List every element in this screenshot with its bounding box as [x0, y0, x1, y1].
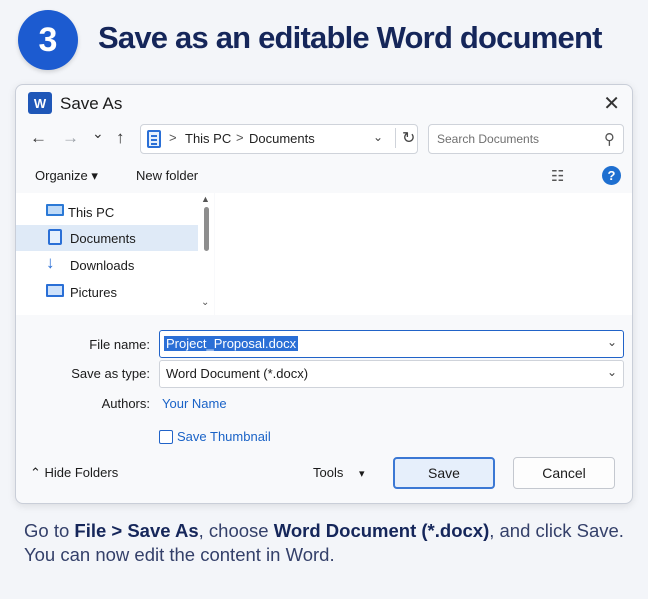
- documents-folder-icon: [147, 130, 161, 148]
- breadcrumb-documents[interactable]: Documents: [249, 131, 315, 146]
- caption-text: You can now edit the content in Word.: [24, 544, 335, 565]
- search-input[interactable]: Search Documents ⚲: [428, 124, 624, 154]
- breadcrumb-this-pc[interactable]: This PC: [185, 131, 231, 146]
- save-as-type-value: Word Document (*.docx): [166, 366, 309, 381]
- list-view-icon[interactable]: ☷: [551, 167, 564, 185]
- new-folder-button[interactable]: New folder: [136, 168, 198, 183]
- hide-folders-toggle[interactable]: ⌃ Hide Folders: [30, 465, 118, 481]
- caption-emphasis: Word Document (*.docx): [273, 520, 490, 541]
- save-as-type-select[interactable]: Word Document (*.docx) ⌄: [159, 360, 624, 388]
- instruction-caption: Go to File > Save As, choose Word Docume…: [24, 519, 634, 567]
- tools-menu-button[interactable]: Tools ▾: [313, 465, 365, 480]
- search-placeholder: Search Documents: [437, 132, 540, 146]
- help-icon[interactable]: ?: [602, 166, 621, 185]
- save-thumbnail-checkbox[interactable]: [159, 430, 173, 444]
- documents-icon: [48, 229, 62, 245]
- caption-emphasis: File > Save As: [74, 520, 199, 541]
- tools-dropdown-icon: ▾: [358, 468, 365, 480]
- file-name-dropdown-chevron-icon[interactable]: ⌄: [607, 335, 617, 349]
- nav-item-downloads[interactable]: ↓ Downloads: [16, 252, 198, 278]
- address-bar[interactable]: > This PC > Documents ⌄ ↻: [140, 124, 418, 154]
- scroll-down-icon[interactable]: ⌄: [201, 297, 209, 308]
- caption-text: , and click Save.: [489, 520, 624, 541]
- nav-item-label: Documents: [70, 231, 136, 246]
- dialog-title: Save As: [60, 94, 123, 113]
- page-title: Save as an editable Word document: [98, 20, 602, 55]
- nav-pane-scrollbar[interactable]: ▲ ⌄: [200, 193, 214, 315]
- breadcrumb-separator-icon: >: [236, 130, 244, 145]
- save-as-dialog: W Save As ✕ ← → ⌄ ↑ > This PC > Document…: [15, 84, 633, 504]
- word-app-icon: W: [28, 92, 56, 114]
- save-button[interactable]: Save: [393, 457, 495, 489]
- save-as-type-chevron-icon[interactable]: ⌄: [607, 365, 617, 379]
- address-dropdown-chevron-icon[interactable]: ⌄: [373, 130, 383, 144]
- step-number-badge: 3: [18, 10, 78, 70]
- file-name-label: File name:: [89, 337, 150, 352]
- authors-label: Authors:: [101, 396, 150, 411]
- file-name-field[interactable]: Project_Proposal.docx ⌄: [159, 330, 624, 358]
- nav-item-label: Pictures: [70, 285, 117, 300]
- caption-text: , choose: [198, 520, 274, 541]
- download-icon: ↓: [46, 253, 55, 272]
- dialog-titlebar: W Save As ✕: [16, 85, 632, 123]
- caption-text: Go to: [24, 520, 75, 541]
- nav-item-documents[interactable]: Documents: [16, 225, 198, 251]
- recent-locations-chevron-icon[interactable]: ⌄: [92, 125, 104, 142]
- back-arrow-icon[interactable]: ←: [30, 128, 47, 148]
- nav-item-label: This PC: [68, 205, 115, 220]
- scroll-up-icon[interactable]: ▲: [201, 194, 210, 204]
- cancel-button[interactable]: Cancel: [513, 457, 615, 489]
- scroll-thumb[interactable]: [204, 207, 209, 251]
- close-icon[interactable]: ✕: [603, 91, 620, 116]
- save-thumbnail-label[interactable]: Save Thumbnail: [177, 429, 271, 444]
- save-as-type-label: Save as type:: [71, 366, 150, 381]
- up-arrow-icon[interactable]: ↑: [116, 128, 125, 148]
- nav-item-this-pc[interactable]: This PC: [16, 199, 198, 225]
- dialog-toolbar: Organize ▾ New folder ☷ ?: [16, 163, 632, 191]
- computer-icon: [46, 204, 64, 216]
- file-name-value[interactable]: Project_Proposal.docx: [164, 336, 299, 351]
- pictures-icon: [46, 284, 64, 297]
- authors-value[interactable]: Your Name: [162, 396, 227, 411]
- nav-item-pictures[interactable]: Pictures: [16, 279, 198, 305]
- tools-label: Tools: [313, 465, 344, 480]
- forward-arrow-icon[interactable]: →: [62, 128, 79, 148]
- navigation-bar: ← → ⌄ ↑ > This PC > Documents ⌄ ↻ Search…: [16, 123, 632, 157]
- refresh-icon[interactable]: ↻: [395, 128, 415, 148]
- file-list-pane[interactable]: [215, 193, 632, 315]
- search-icon[interactable]: ⚲: [604, 130, 615, 148]
- nav-item-label: Downloads: [70, 258, 135, 273]
- organize-menu-button[interactable]: Organize ▾: [35, 168, 98, 184]
- breadcrumb-separator-icon: >: [169, 130, 177, 145]
- navigation-pane: This PC Documents ↓ Downloads Pictures ▲…: [16, 193, 214, 315]
